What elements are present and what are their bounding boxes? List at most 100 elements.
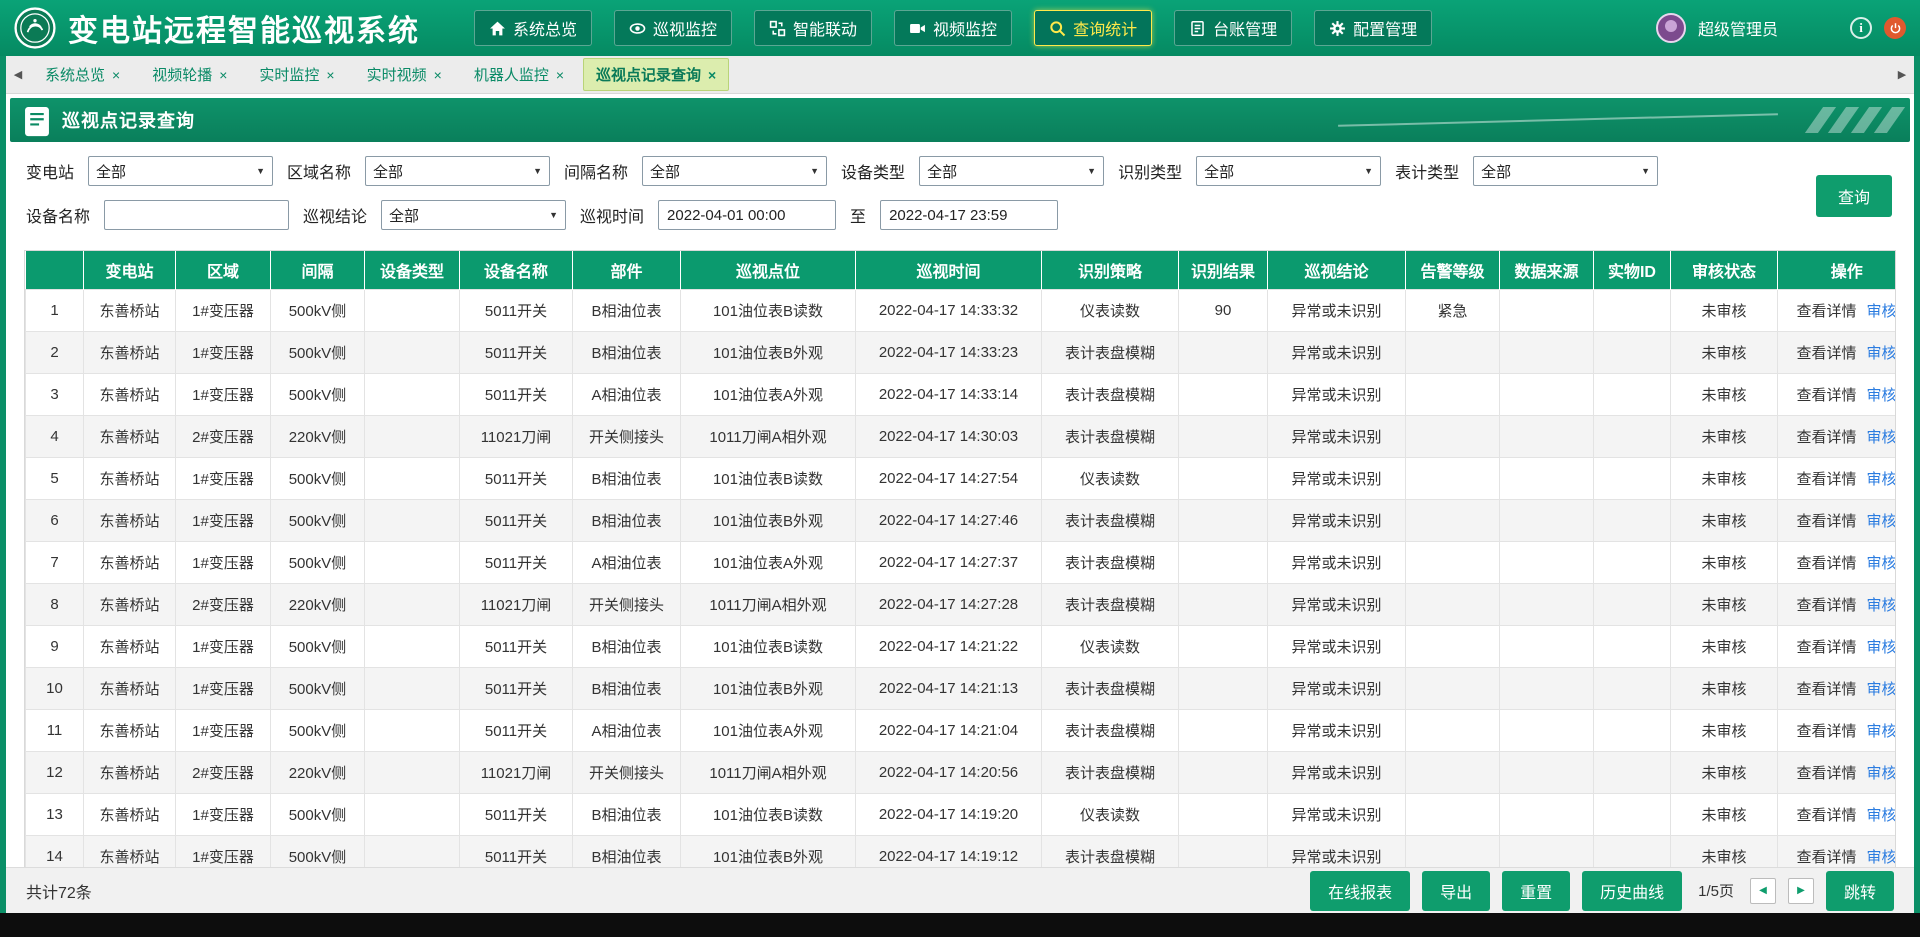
tab-realtime-video[interactable]: 实时视频 × xyxy=(354,58,455,91)
record-cell xyxy=(1406,541,1500,583)
view-detail-link[interactable]: 查看详情 xyxy=(1796,597,1856,614)
audit-link[interactable]: 审核 xyxy=(1867,345,1897,362)
column-header: 变电站 xyxy=(84,251,176,289)
info-icon[interactable]: i xyxy=(1850,17,1872,39)
record-cell: 11021刀闸 xyxy=(460,583,573,625)
nav-ledger-management[interactable]: 台账管理 xyxy=(1174,10,1292,46)
view-detail-link[interactable]: 查看详情 xyxy=(1796,639,1856,656)
column-header: 巡视点位 xyxy=(681,251,856,289)
export-button[interactable]: 导出 xyxy=(1422,871,1490,911)
audit-link[interactable]: 审核 xyxy=(1867,807,1897,824)
view-detail-link[interactable]: 查看详情 xyxy=(1796,807,1856,824)
audit-link[interactable]: 审核 xyxy=(1867,597,1897,614)
brand: 变电站远程智能巡视系统 xyxy=(14,6,434,50)
device-type-select[interactable]: 全部 ▼ xyxy=(919,156,1104,186)
tab-realtime-monitor[interactable]: 实时监控 × xyxy=(246,58,347,91)
next-page-button[interactable]: ▶ xyxy=(1788,878,1814,904)
user-avatar[interactable] xyxy=(1656,13,1686,43)
view-detail-link[interactable]: 查看详情 xyxy=(1796,303,1856,320)
audit-link[interactable]: 审核 xyxy=(1867,513,1897,530)
record-cell: 表计表盘模糊 xyxy=(1042,373,1179,415)
footer-bar: 共计72条 在线报表 导出 重置 历史曲线 1/5页 ◀ ▶ 跳转 xyxy=(6,867,1914,913)
audit-link[interactable]: 审核 xyxy=(1867,555,1897,572)
record-cell: 东善桥站 xyxy=(84,457,176,499)
close-icon[interactable]: × xyxy=(434,68,442,82)
record-cell: 1#变压器 xyxy=(176,835,271,867)
view-detail-link[interactable]: 查看详情 xyxy=(1796,387,1856,404)
record-cell: 5011开关 xyxy=(460,373,573,415)
conclusion-select[interactable]: 全部 ▼ xyxy=(381,200,566,230)
tab-video-carousel[interactable]: 视频轮播 × xyxy=(139,58,240,91)
search-button[interactable]: 查询 xyxy=(1816,175,1892,217)
record-cell xyxy=(1406,751,1500,793)
view-detail-link[interactable]: 查看详情 xyxy=(1796,555,1856,572)
time-from-input[interactable] xyxy=(658,200,836,230)
record-cell xyxy=(1594,751,1671,793)
history-curve-button[interactable]: 历史曲线 xyxy=(1582,871,1682,911)
record-cell xyxy=(1500,835,1594,867)
record-cell: 表计表盘模糊 xyxy=(1042,331,1179,373)
record-row: 3东善桥站1#变压器500kV侧5011开关A相油位表101油位表A外观2022… xyxy=(26,373,1897,415)
tab-system-overview[interactable]: 系统总览 × xyxy=(32,58,133,91)
reset-button[interactable]: 重置 xyxy=(1502,871,1570,911)
tab-inspection-record-query[interactable]: 巡视点记录查询 × xyxy=(583,58,729,91)
view-detail-link[interactable]: 查看详情 xyxy=(1796,513,1856,530)
online-report-button[interactable]: 在线报表 xyxy=(1310,871,1410,911)
close-icon[interactable]: × xyxy=(708,68,716,82)
record-cell: 异常或未识别 xyxy=(1268,709,1406,751)
close-icon[interactable]: × xyxy=(556,68,564,82)
audit-link[interactable]: 审核 xyxy=(1867,765,1897,782)
record-row: 4东善桥站2#变压器220kV侧11021刀闸开关侧接头1011刀闸A相外观20… xyxy=(26,415,1897,457)
nav-smart-linkage[interactable]: 智能联动 xyxy=(754,10,872,46)
record-cell: 101油位表B外观 xyxy=(681,331,856,373)
close-icon[interactable]: × xyxy=(112,68,120,82)
view-detail-link[interactable]: 查看详情 xyxy=(1796,345,1856,362)
audit-link[interactable]: 审核 xyxy=(1867,429,1897,446)
time-filter-label: 巡视时间 xyxy=(580,203,644,227)
power-icon[interactable] xyxy=(1884,17,1906,39)
prev-page-button[interactable]: ◀ xyxy=(1750,878,1776,904)
recognition-type-select[interactable]: 全部 ▼ xyxy=(1196,156,1381,186)
record-cell: 6 xyxy=(26,499,84,541)
view-detail-link[interactable]: 查看详情 xyxy=(1796,765,1856,782)
tab-scroll-right-icon[interactable]: ▶ xyxy=(1892,56,1912,93)
record-cell: 500kV侧 xyxy=(271,541,365,583)
nav-config-management[interactable]: 配置管理 xyxy=(1314,10,1432,46)
audit-link[interactable]: 审核 xyxy=(1867,471,1897,488)
view-detail-link[interactable]: 查看详情 xyxy=(1796,471,1856,488)
view-detail-link[interactable]: 查看详情 xyxy=(1796,681,1856,698)
tab-robot-monitor[interactable]: 机器人监控 × xyxy=(461,58,577,91)
nav-query-statistics[interactable]: 查询统计 xyxy=(1034,10,1152,46)
audit-link[interactable]: 审核 xyxy=(1867,849,1897,866)
record-row: 10东善桥站1#变压器500kV侧5011开关B相油位表101油位表B外观202… xyxy=(26,667,1897,709)
region-select[interactable]: 全部 ▼ xyxy=(365,156,550,186)
nav-inspection-monitor[interactable]: 巡视监控 xyxy=(614,10,732,46)
nav-system-overview[interactable]: 系统总览 xyxy=(474,10,592,46)
audit-link[interactable]: 审核 xyxy=(1867,723,1897,740)
record-cell xyxy=(1179,373,1268,415)
audit-link[interactable]: 审核 xyxy=(1867,681,1897,698)
record-cell xyxy=(365,541,460,583)
bay-select[interactable]: 全部 ▼ xyxy=(642,156,827,186)
close-icon[interactable]: × xyxy=(219,68,227,82)
jump-button[interactable]: 跳转 xyxy=(1826,871,1894,911)
meter-type-select[interactable]: 全部 ▼ xyxy=(1473,156,1658,186)
record-cell xyxy=(1179,457,1268,499)
view-detail-link[interactable]: 查看详情 xyxy=(1796,429,1856,446)
record-cell xyxy=(1500,583,1594,625)
tab-label: 视频轮播 xyxy=(152,64,212,85)
station-select[interactable]: 全部 ▼ xyxy=(88,156,273,186)
nav-video-monitor[interactable]: 视频监控 xyxy=(894,10,1012,46)
record-cell: A相油位表 xyxy=(573,541,681,583)
time-to-input[interactable] xyxy=(880,200,1058,230)
tab-scroll-left-icon[interactable]: ◀ xyxy=(8,56,28,93)
audit-link[interactable]: 审核 xyxy=(1867,639,1897,656)
audit-link[interactable]: 审核 xyxy=(1867,387,1897,404)
view-detail-link[interactable]: 查看详情 xyxy=(1796,849,1856,866)
record-cell xyxy=(1500,709,1594,751)
audit-link[interactable]: 审核 xyxy=(1867,303,1897,320)
record-cell xyxy=(1406,373,1500,415)
view-detail-link[interactable]: 查看详情 xyxy=(1796,723,1856,740)
close-icon[interactable]: × xyxy=(326,68,334,82)
device-name-input[interactable] xyxy=(104,200,289,230)
